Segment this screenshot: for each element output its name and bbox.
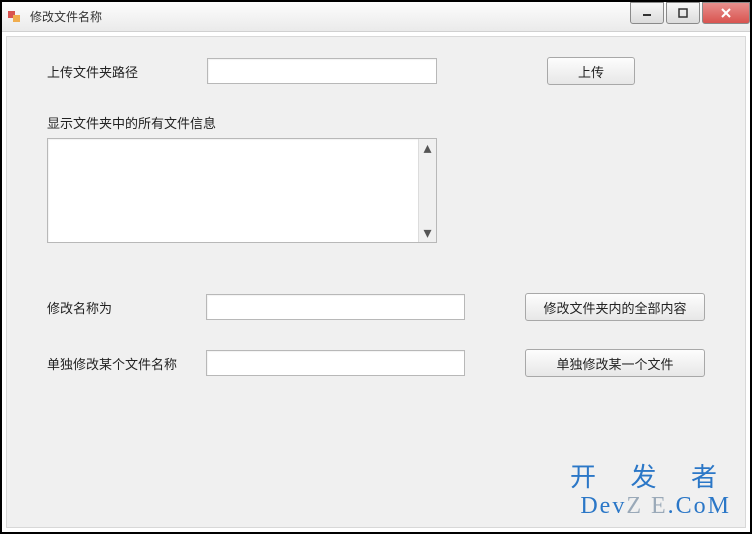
file-list-section: 显示文件夹中的所有文件信息 ▴ ▾ bbox=[47, 113, 705, 243]
single-rename-label: 单独修改某个文件名称 bbox=[47, 354, 206, 373]
rename-row: 修改名称为 修改文件夹内的全部内容 bbox=[47, 293, 705, 321]
window-title: 修改文件名称 bbox=[30, 8, 102, 25]
file-listbox[interactable]: ▴ ▾ bbox=[47, 138, 437, 243]
minimize-button[interactable] bbox=[630, 2, 664, 24]
window-controls bbox=[628, 2, 750, 24]
upload-row: 上传文件夹路径 上传 bbox=[47, 57, 705, 85]
maximize-button[interactable] bbox=[666, 2, 700, 24]
titlebar[interactable]: 修改文件名称 bbox=[2, 2, 750, 32]
listbox-scrollbar[interactable]: ▴ ▾ bbox=[418, 139, 436, 242]
window: 修改文件名称 上传文件夹路径 上传 显示文件夹中的所有文件信息 ▴ bbox=[2, 2, 750, 532]
single-rename-input[interactable] bbox=[206, 350, 465, 376]
upload-path-input[interactable] bbox=[207, 58, 437, 84]
app-icon bbox=[8, 9, 24, 25]
rename-to-label: 修改名称为 bbox=[47, 298, 206, 317]
rename-to-input[interactable] bbox=[206, 294, 465, 320]
rename-all-button[interactable]: 修改文件夹内的全部内容 bbox=[525, 293, 705, 321]
close-button[interactable] bbox=[702, 2, 750, 24]
rename-single-button[interactable]: 单独修改某一个文件 bbox=[525, 349, 705, 377]
single-rename-row: 单独修改某个文件名称 单独修改某一个文件 bbox=[47, 349, 705, 377]
watermark-cn: 开 发 者 bbox=[570, 464, 731, 493]
scroll-down-icon[interactable]: ▾ bbox=[419, 224, 436, 242]
scroll-up-icon[interactable]: ▴ bbox=[419, 139, 436, 157]
upload-path-label: 上传文件夹路径 bbox=[47, 62, 207, 81]
client-area: 上传文件夹路径 上传 显示文件夹中的所有文件信息 ▴ ▾ 修改名称为 修改文件夹… bbox=[6, 36, 746, 528]
file-list-label: 显示文件夹中的所有文件信息 bbox=[47, 113, 705, 132]
watermark: 开 发 者 DevZ E.CoM bbox=[570, 464, 731, 519]
file-listbox-content bbox=[48, 139, 418, 242]
upload-button[interactable]: 上传 bbox=[547, 57, 635, 85]
watermark-en: DevZ E.CoM bbox=[570, 493, 731, 519]
